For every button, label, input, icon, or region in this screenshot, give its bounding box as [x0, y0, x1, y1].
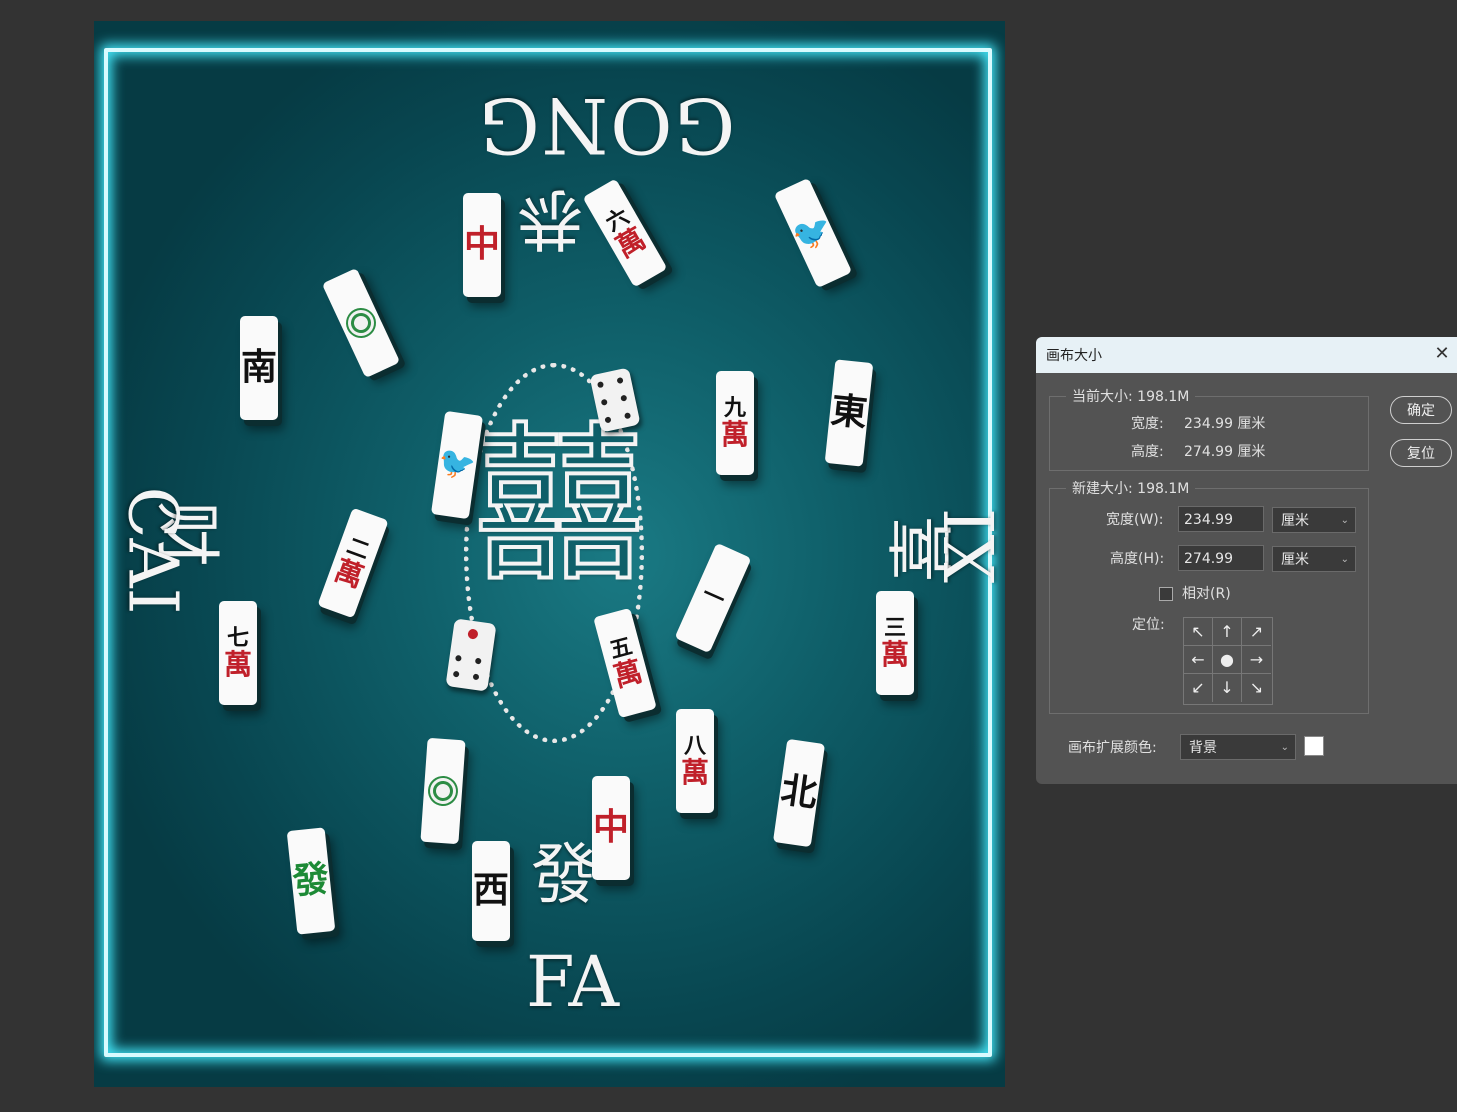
tile-xi: 西	[472, 841, 510, 941]
chevron-down-icon: ⌄	[1340, 554, 1349, 565]
tile-qi-wan: 七萬	[219, 601, 257, 705]
width-unit-select[interactable]: 厘米 ⌄	[1272, 507, 1356, 533]
relative-label[interactable]: 相对(R)	[1182, 583, 1231, 603]
dialog-titlebar[interactable]: 画布大小 ✕	[1036, 337, 1457, 373]
relative-checkbox[interactable]	[1159, 587, 1173, 601]
document-canvas[interactable]: GONG 恭 财 CAI 喜 XI 發 FA 囍 中 六萬 🐦 南 九萬 東 🐦…	[94, 21, 1005, 1087]
anchor-left-arrow-icon[interactable]: ←	[1184, 646, 1213, 674]
gong-text: GONG	[477, 81, 736, 170]
current-height-value: 274.99 厘米	[1184, 444, 1266, 460]
anchor-top-arrow-icon[interactable]: ↑	[1213, 618, 1242, 646]
fa-text: FA	[526, 941, 620, 1023]
height-unit-value: 厘米	[1281, 552, 1309, 568]
fa-chinese-text: 發	[531, 836, 597, 913]
current-size-label: 当前大小: 198.1M	[1066, 386, 1196, 406]
anchor-top-left-arrow-icon[interactable]: ↖	[1184, 618, 1213, 646]
width-unit-value: 厘米	[1281, 513, 1309, 529]
tile-ba-wan: 八萬	[676, 709, 714, 813]
gong-chinese-text: 恭	[517, 180, 583, 257]
anchor-label: 定位:	[1132, 617, 1165, 633]
anchor-bottom-left-arrow-icon[interactable]: ↙	[1184, 674, 1213, 702]
extension-color-swatch[interactable]	[1304, 736, 1324, 756]
current-width-value: 234.99 厘米	[1184, 416, 1266, 432]
current-width-label: 宽度:	[1131, 416, 1164, 432]
anchor-bottom-right-arrow-icon[interactable]: ↘	[1242, 674, 1271, 702]
tile-zhong-bottom: 中	[592, 776, 630, 880]
tile-dot-circle-bottom	[420, 737, 466, 845]
dialog-title: 画布大小	[1046, 348, 1102, 364]
anchor-right-arrow-icon[interactable]: →	[1242, 646, 1271, 674]
tile-nan: 南	[240, 316, 278, 420]
height-unit-select[interactable]: 厘米 ⌄	[1272, 546, 1356, 572]
width-input[interactable]: 234.99	[1178, 506, 1264, 532]
chevron-down-icon: ⌄	[1280, 742, 1289, 753]
tile-san-wan: 三萬	[876, 591, 914, 695]
tile-jiu-wan: 九萬	[716, 371, 754, 475]
anchor-center-dot-icon[interactable]: ●	[1213, 646, 1242, 674]
xi-text: XI	[932, 507, 1005, 584]
extension-color-value: 背景	[1189, 740, 1217, 756]
new-width-label: 宽度(W):	[1106, 512, 1164, 528]
tile-zhong-top: 中	[463, 193, 501, 297]
extension-color-label: 画布扩展颜色:	[1068, 740, 1157, 756]
current-height-label: 高度:	[1131, 444, 1164, 460]
anchor-bottom-arrow-icon[interactable]: ↓	[1213, 674, 1242, 702]
new-height-label: 高度(H):	[1110, 551, 1165, 567]
ok-button[interactable]: 确定	[1390, 396, 1452, 424]
anchor-top-right-arrow-icon[interactable]: ↗	[1242, 618, 1271, 646]
extension-color-select[interactable]: 背景 ⌄	[1180, 734, 1296, 760]
double-happiness-symbol: 囍	[472, 407, 646, 605]
new-size-label: 新建大小: 198.1M	[1066, 478, 1196, 498]
anchor-grid[interactable]: ↖ ↑ ↗ ← ● → ↙ ↓ ↘	[1183, 617, 1273, 705]
height-input[interactable]: 274.99	[1178, 545, 1264, 571]
reset-button[interactable]: 复位	[1390, 439, 1452, 467]
close-icon[interactable]: ✕	[1431, 343, 1453, 365]
cai-text: CAI	[112, 486, 192, 615]
chevron-down-icon: ⌄	[1340, 515, 1349, 526]
